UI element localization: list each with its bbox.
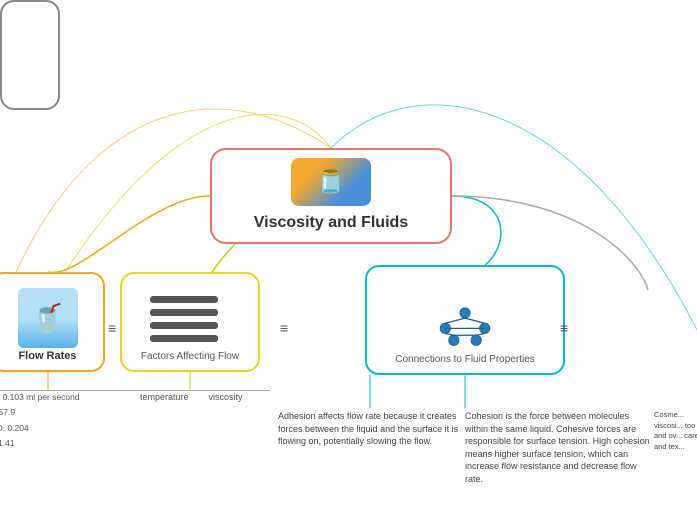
divider-left-2: ≡ [108,320,116,336]
adhesion-text-block: Adhesion affects flow rate because it cr… [278,410,463,448]
factors-label: Factors Affecting Flow [141,351,239,362]
list-line-4 [150,335,218,342]
flow-rates-label: Flow Rates [18,350,76,362]
central-image: 🫙 [291,158,371,206]
mind-map-canvas: 🫙 Viscosity and Fluids 🥤 Flow Rates Fact… [0,0,697,520]
right-partial-content: Cosme... viscosi... too flp... and ov...… [654,410,697,451]
central-node[interactable]: 🫙 Viscosity and Fluids [210,148,452,244]
connections-label: Connections to Fluid Properties [395,354,535,365]
node-flow-rates[interactable]: 🥤 Flow Rates [0,272,105,372]
central-icon: 🫙 [317,169,344,195]
adhesion-text: Adhesion affects flow rate because it cr… [278,411,458,446]
divider-center: ≡ [280,320,288,336]
list-line-3 [150,322,218,329]
factors-sub-labels: temperature viscosity [140,392,243,402]
sub-item-h: H:57.9 [0,405,80,420]
temperature-label: temperature [140,392,189,402]
node-right-partial[interactable] [0,0,60,110]
sub-item-s: S:1.41 [0,436,80,451]
node-factors-affecting-flow[interactable]: Factors Affecting Flow [120,272,260,372]
viscosity-label: viscosity [209,392,243,402]
sub-item-co: CO: 0.204 [0,421,80,436]
cohesion-text-block: Cohesion is the force between molecules … [465,410,650,486]
divider-right: ≡ [560,320,568,336]
sub-item-w: W: 0.103 ml per second [0,390,80,405]
list-line-2 [150,309,218,316]
list-line-1 [150,296,218,303]
connections-icon-area [430,289,500,354]
network-icon [435,294,495,349]
factors-icon-area [150,289,230,349]
flow-rates-sub-items: W: 0.103 ml per second H:57.9 CO: 0.204 … [0,390,80,451]
cohesion-text: Cohesion is the force between molecules … [465,411,650,484]
right-partial-text: Cosme... viscosi... too flp... and ov...… [654,410,697,452]
central-title: Viscosity and Fluids [254,214,408,232]
node-connections-to-fluid[interactable]: Connections to Fluid Properties [365,265,565,375]
flow-rates-icon: 🥤 [18,288,78,348]
